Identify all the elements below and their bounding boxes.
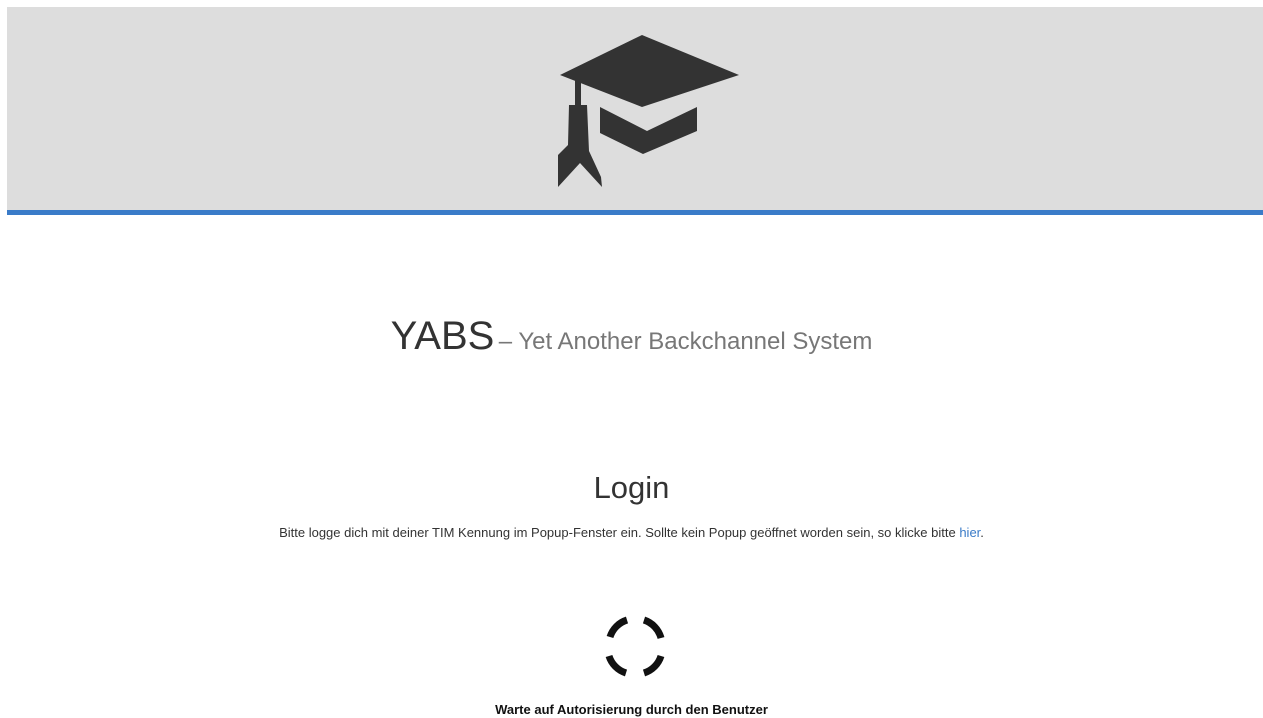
login-heading: Login — [593, 470, 670, 505]
app-subtitle: – Yet Another Backchannel System — [498, 328, 873, 355]
app-name: YABS — [390, 314, 495, 358]
login-instruction-text: Bitte logge dich mit deiner TIM Kennung … — [279, 525, 960, 540]
waiting-status-text: Warte auf Autorisierung durch den Benutz… — [495, 702, 768, 717]
login-instruction-end: . — [980, 525, 984, 540]
app-title: YABS – Yet Another Backchannel System — [0, 314, 1263, 359]
login-instruction: Bitte logge dich mit deiner TIM Kennung … — [0, 525, 1263, 540]
loading-spinner-icon — [605, 616, 665, 677]
header-banner — [7, 7, 1263, 215]
graduation-cap-icon — [558, 35, 739, 187]
open-popup-link[interactable]: hier — [959, 525, 980, 540]
